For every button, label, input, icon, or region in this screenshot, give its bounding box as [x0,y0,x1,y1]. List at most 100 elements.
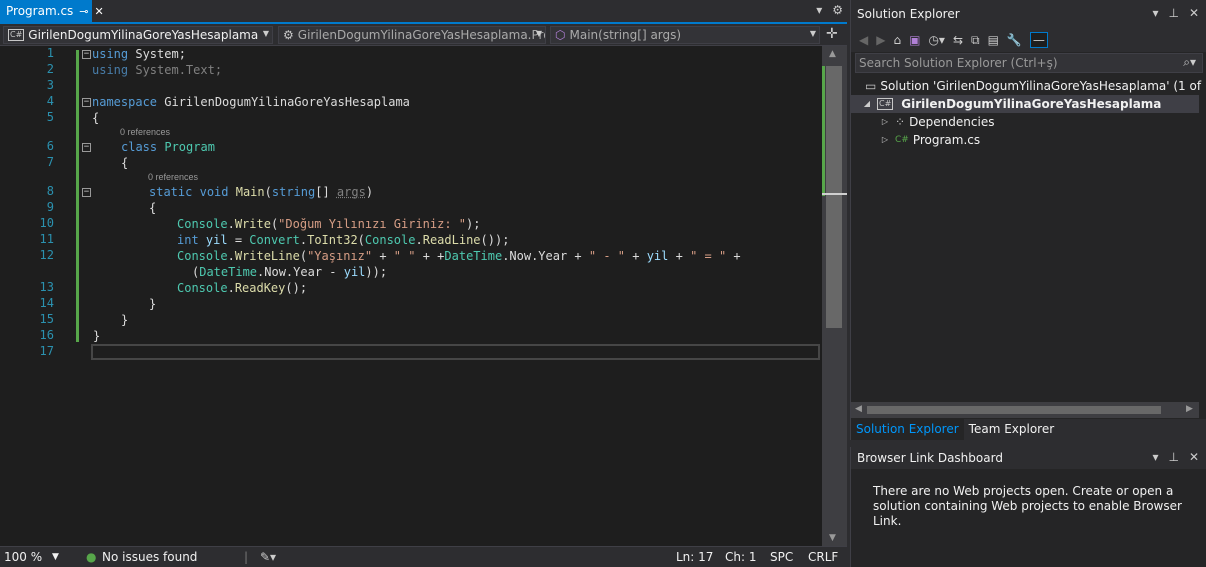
forward-icon[interactable]: ▶ [876,33,885,47]
line-number: 2 [46,62,54,76]
browser-link-title-bar: Browser Link Dashboard ▾ ⊥ ✕ [851,447,1206,469]
browser-link-panel: Browser Link Dashboard ▾ ⊥ ✕ There are n… [850,447,1206,567]
tab-label: Program.cs [6,4,74,18]
scroll-down-icon[interactable]: ▼ [829,533,836,543]
line-number-gutter: 1 2 3 4 5 6 7 8 9 10 11 12 13 14 15 16 17 [0,46,78,546]
fold-toggle-icon[interactable]: − [82,50,91,59]
close-icon[interactable]: ✕ [1189,6,1199,20]
code-line-2: using System.Text; [92,63,223,77]
line-number: 11 [39,232,54,246]
member-combo-value: Main(string[] args) [569,28,682,42]
code-line-12: Console.WriteLine("Yaşınız" + " " + +Dat… [177,249,741,263]
code-line-13: Console.ReadKey(); [177,281,308,295]
line-number: 9 [46,200,54,214]
solution-explorer-title-bar: Solution Explorer ▾ ⊥ ✕ [851,0,1206,28]
switch-views-icon[interactable]: ▣ [909,33,920,47]
method-icon: ⬡ [555,28,566,42]
zoom-level[interactable]: 100 % [4,550,42,564]
editor-status-bar: 100 % ▼ ● No issues found | ✎▾ Ln: 17 Ch… [0,546,847,567]
code-cleanup-brush-icon[interactable]: ✎▾ [260,550,276,564]
issues-status[interactable]: No issues found [102,550,197,564]
explorer-tab-strip: Solution Explorer Team Explorer [851,419,1206,440]
line-ending-mode[interactable]: CRLF [808,550,838,564]
search-placeholder: Search Solution Explorer (Ctrl+ş) [859,56,1058,70]
codelens-references[interactable]: 0 references [148,170,198,184]
pin-icon[interactable]: ⊥ [1168,450,1178,464]
scroll-up-icon[interactable]: ▲ [829,49,836,59]
tree-node-dependencies[interactable]: ▷ ⁘ Dependencies [879,113,995,131]
code-line-10: Console.Write("Doğum Yılınızı Giriniz: "… [177,217,481,231]
pending-changes-filter-icon[interactable]: ◷▾ [928,33,945,47]
code-line-16: } [93,329,101,343]
whitespace-mode[interactable]: SPC [770,550,793,564]
code-line-12-wrap: (DateTime.Now.Year - yil)); [192,265,388,279]
tree-node-solution[interactable]: ▭ Solution 'GirilenDogumYilinaGoreYasHes… [865,77,1206,95]
member-combo[interactable]: ⬡ Main(string[] args) ▼ [550,26,820,44]
class-combo[interactable]: ⚙ GirilenDogumYilinaGoreYasHesaplama.Pro… [278,26,546,44]
back-icon[interactable]: ◀ [859,33,868,47]
expanded-triangle-icon[interactable]: ◢ [861,95,873,113]
code-area[interactable]: using System; using System.Text; namespa… [92,46,820,546]
close-icon[interactable]: ✕ [1189,450,1199,464]
tab-overflow-icon[interactable]: ▾ [816,3,822,17]
tree-scroll-thumb[interactable] [867,406,1161,414]
settings-gear-icon[interactable]: ⚙ [832,3,843,17]
scrollbar-caret-marker [822,193,847,195]
class-combo-value: GirilenDogumYilinaGoreYasHesaplama.Progr [297,28,546,42]
code-line-11: int yil = Convert.ToInt32(Console.ReadLi… [177,233,510,247]
csharp-project-icon: C# [8,29,25,41]
properties-wrench-icon[interactable]: 🔧 [1007,33,1022,47]
home-icon[interactable]: ⌂ [893,33,901,47]
tree-node-program-cs[interactable]: ▷ C# Program.cs [879,131,980,149]
tab-team-explorer[interactable]: Team Explorer [964,419,1060,440]
project-combo[interactable]: C# GirilenDogumYilinaGoreYasHesaplama ▼ [3,26,273,44]
window-position-icon[interactable]: ▾ [1152,450,1158,464]
search-icon[interactable]: ⌕▾ [1183,55,1196,70]
code-line-9: { [149,201,157,215]
collapsed-triangle-icon[interactable]: ▷ [879,131,891,149]
line-number: 15 [39,312,54,326]
panel-title: Browser Link Dashboard [857,451,1003,465]
dependencies-label: Dependencies [909,115,995,129]
tab-solution-explorer[interactable]: Solution Explorer [851,419,964,440]
collapsed-triangle-icon[interactable]: ▷ [879,113,891,131]
collapse-all-icon[interactable]: ⧉ [971,33,980,48]
sync-icon[interactable]: ⇆ [953,33,963,47]
editor-tab-strip: Program.cs ⊸ ✕ ▾ ⚙ [0,0,847,24]
divider: | [244,550,249,564]
fold-toggle-icon[interactable]: − [82,188,91,197]
csharp-file-icon: C# [895,135,909,145]
tab-program-cs[interactable]: Program.cs ⊸ ✕ [0,0,104,22]
dependencies-icon: ⁘ [895,115,906,129]
code-editor[interactable]: 1 2 3 4 5 6 7 8 9 10 11 12 13 14 15 16 17 − − − − using … [0,46,847,546]
code-line-8: static void Main(string[] args) [149,185,374,199]
panel-title: Solution Explorer [857,7,960,21]
line-number: 5 [46,110,54,124]
pin-icon[interactable]: ⊥ [1168,6,1178,20]
csharp-project-icon: C# [877,98,894,110]
chevron-down-icon: ▼ [535,29,542,38]
code-line-7: { [121,156,129,170]
code-line-14: } [149,297,157,311]
line-number: 16 [39,328,54,342]
fold-toggle-icon[interactable]: − [82,98,91,107]
fold-toggle-icon[interactable]: − [82,143,91,152]
preview-selected-icon[interactable]: — [1029,32,1048,48]
class-icon: ⚙ [283,28,294,42]
scroll-left-icon[interactable]: ◀ [855,404,862,414]
line-number: 13 [39,280,54,294]
show-all-files-icon[interactable]: ▤ [988,33,999,47]
window-position-icon[interactable]: ▾ [1152,6,1158,20]
close-icon[interactable]: ✕ [95,5,104,18]
scroll-right-icon[interactable]: ▶ [1186,404,1193,414]
browser-link-message: There are no Web projects open. Create o… [873,484,1182,528]
chevron-down-icon[interactable]: ▼ [52,552,59,562]
split-editor-icon[interactable]: ✛ [826,26,838,42]
pin-icon[interactable]: ⊸ [79,5,88,18]
project-combo-value: GirilenDogumYilinaGoreYasHesaplama [28,28,259,42]
editor-scroll-thumb[interactable] [826,66,842,328]
solution-search-input[interactable]: Search Solution Explorer (Ctrl+ş) ⌕▾ [855,53,1203,73]
codelens-references[interactable]: 0 references [120,125,170,139]
code-line-6: class Program [121,140,215,154]
tree-node-project[interactable]: ◢ C# GirilenDogumYilinaGoreYasHesaplama [851,95,1199,113]
